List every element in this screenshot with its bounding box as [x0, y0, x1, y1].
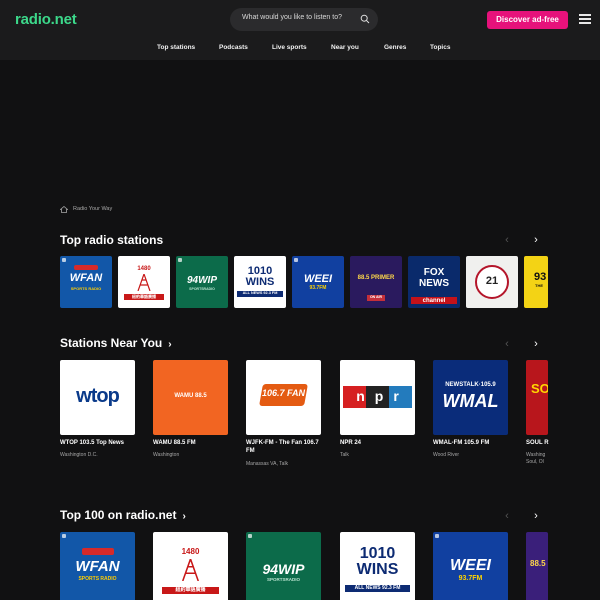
station-tile[interactable]: 1480 紐約華語廣播 — [153, 532, 228, 600]
94wip-logo: 94WIP — [186, 275, 217, 286]
near-you-title[interactable]: Stations Near You › — [60, 336, 172, 350]
partial-logo: 88.5 — [530, 559, 546, 568]
near-you-prev-icon[interactable]: ‹ — [500, 337, 514, 351]
the-fan-logo: 106.7 FAN — [261, 388, 306, 398]
wtop-logo: wtop — [76, 385, 120, 407]
94wip-logo: 94WIP — [262, 561, 305, 577]
wamu-logo: WAMU 88.5 — [174, 393, 207, 399]
station-name[interactable]: NPR 24 — [340, 439, 420, 447]
station-location: Washington — [153, 452, 180, 458]
npr-logo: npr — [356, 388, 409, 404]
discover-ad-free-button[interactable]: Discover ad-free — [487, 11, 568, 29]
near-you-next-icon[interactable]: › — [529, 337, 543, 351]
home-icon[interactable] — [60, 206, 68, 213]
top-stations-prev-icon[interactable]: ‹ — [500, 233, 514, 247]
station-tile[interactable]: NEWSTALK·105.9 WMAL — [433, 360, 508, 435]
station-tile[interactable]: WEEI 93.7FM — [292, 256, 344, 308]
wfan-logo: WFAN — [69, 272, 103, 284]
station-tile[interactable]: 88.5 — [526, 532, 548, 600]
station-location: Talk — [340, 452, 349, 458]
station-tile[interactable]: 1480 紐約華語廣播 — [118, 256, 170, 308]
fox-news-logo: FOX NEWS — [419, 267, 449, 289]
station-tile[interactable]: 94WIP SPORTSRADIO — [246, 532, 321, 600]
nav-live-sports[interactable]: Live sports — [272, 44, 307, 51]
station-tile[interactable]: npr — [340, 360, 415, 435]
main-nav: Top stations Podcasts Live sports Near y… — [0, 44, 600, 56]
station-location: Washington D.C. — [60, 452, 98, 458]
station-name[interactable]: WMAL-FM 105.9 FM — [433, 439, 513, 447]
station-tile[interactable]: WFAN SPORTS RADIO — [60, 532, 135, 600]
chevron-right-icon: › — [168, 339, 172, 350]
top-stations-title[interactable]: Top radio stations — [60, 233, 163, 247]
radio-1480-logo: 1480 — [181, 547, 200, 556]
station-tile[interactable]: 94WIP SPORTSRADIO — [176, 256, 228, 308]
station-tile[interactable]: FOX NEWS channel — [408, 256, 460, 308]
soul-radio-logo: SOUL — [531, 381, 548, 396]
station-tile[interactable]: WEEI 93.7FM — [433, 532, 508, 600]
morning-show-logo: 21 — [485, 275, 499, 287]
station-tile[interactable]: 88.5 PRIMER ON AIR — [350, 256, 402, 308]
nav-podcasts[interactable]: Podcasts — [219, 44, 248, 51]
station-tile[interactable]: 106.7 FAN — [246, 360, 321, 435]
nav-near-you[interactable]: Near you — [331, 44, 359, 51]
weei-logo: WEEI — [450, 557, 491, 574]
nav-genres[interactable]: Genres — [384, 44, 406, 51]
search-placeholder: What would you like to listen to? — [242, 14, 342, 21]
station-tile[interactable]: 21 — [466, 256, 518, 308]
station-location: Manassas VA, Talk — [246, 461, 289, 467]
station-tile[interactable]: 1010 WINS ALL NEWS 92.3 FM — [234, 256, 286, 308]
station-name[interactable]: WAMU 88.5 FM — [153, 439, 233, 447]
page: radio.net What would you like to listen … — [0, 0, 600, 600]
station-name[interactable]: WTOP 103.5 Top News — [60, 439, 140, 447]
station-location: Washing Soul, Ol — [526, 452, 546, 465]
search-icon[interactable] — [360, 14, 370, 24]
radio-net-logo[interactable]: radio.net — [15, 11, 77, 28]
nav-topics[interactable]: Topics — [430, 44, 450, 51]
station-tile[interactable]: SOUL — [526, 360, 548, 435]
top100-next-icon[interactable]: › — [529, 509, 543, 523]
station-name[interactable]: SOUL R — [526, 439, 550, 447]
breadcrumb-label: Radio Your Way — [73, 206, 113, 212]
station-location: Wood River — [433, 452, 460, 458]
station-tile[interactable]: WFAN SPORTS RADIO — [60, 256, 112, 308]
1010wins-logo: 1010 WINS — [356, 545, 399, 578]
partial-logo: 93 — [534, 271, 547, 283]
1010wins-logo: 1010 WINS — [245, 265, 275, 288]
top-stations-next-icon[interactable]: › — [529, 233, 543, 247]
station-tile[interactable]: WAMU 88.5 — [153, 360, 228, 435]
top100-prev-icon[interactable]: ‹ — [500, 509, 514, 523]
station-tile[interactable]: 93 THE — [524, 256, 548, 308]
radio-1480-logo: 1480 — [137, 266, 151, 272]
wfan-logo: WFAN — [75, 558, 120, 575]
wmal-logo: WMAL — [442, 391, 499, 411]
the-primer-logo: 88.5 PRIMER — [357, 275, 395, 281]
station-tile[interactable]: 1010 WINS ALL NEWS 92.3 FM — [340, 532, 415, 600]
station-tile[interactable]: wtop — [60, 360, 135, 435]
search-input[interactable]: What would you like to listen to? — [230, 8, 378, 31]
chevron-right-icon: › — [182, 511, 186, 522]
nav-top-stations[interactable]: Top stations — [157, 44, 195, 51]
menu-icon[interactable] — [579, 14, 591, 24]
station-name[interactable]: WJFK-FM - The Fan 106.7 FM — [246, 439, 326, 455]
weei-logo: WEEI — [303, 273, 333, 285]
top100-title[interactable]: Top 100 on radio.net › — [60, 508, 186, 522]
